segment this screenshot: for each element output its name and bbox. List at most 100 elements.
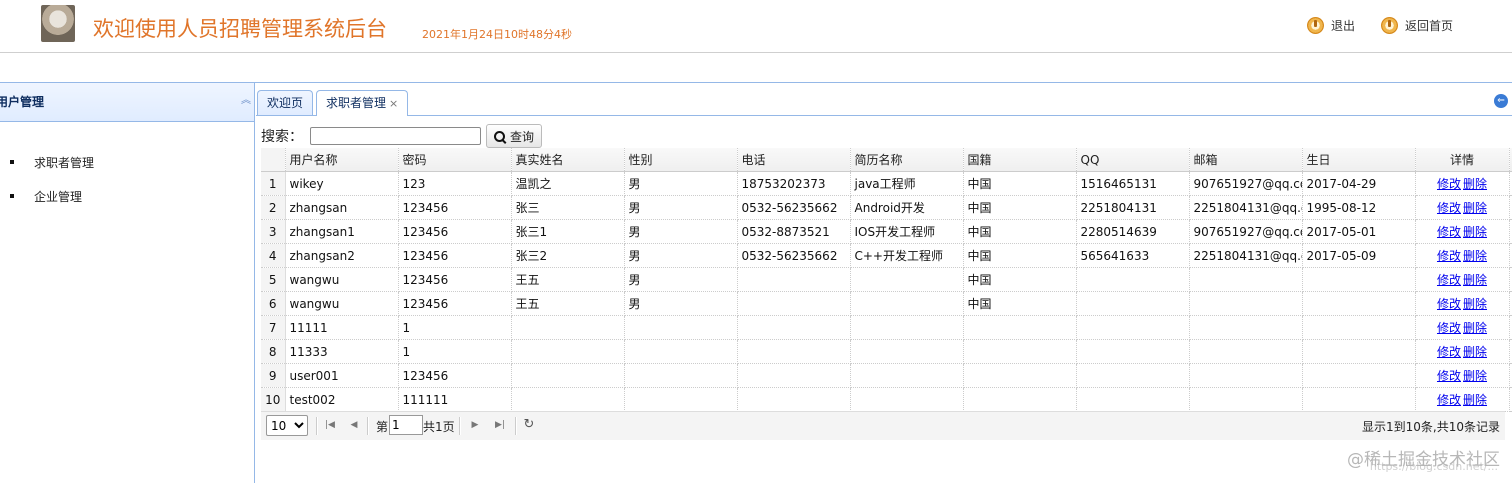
row-actions: 修改 删除 xyxy=(1415,363,1510,388)
row-number: 2 xyxy=(261,195,286,220)
table-cell xyxy=(850,387,964,412)
table-cell xyxy=(850,291,964,316)
column-header[interactable]: 真实姓名 xyxy=(511,148,625,172)
tab-welcome[interactable]: 欢迎页 xyxy=(257,90,314,115)
table-cell: user001 xyxy=(285,363,399,388)
tabs-bar: 欢迎页 求职者管理 × ⇐ xyxy=(256,88,1512,116)
close-icon[interactable]: × xyxy=(389,97,398,110)
delete-link[interactable]: 删除 xyxy=(1463,177,1487,191)
table-cell: wangwu xyxy=(285,267,399,292)
delete-link[interactable]: 删除 xyxy=(1463,201,1487,215)
edit-link[interactable]: 修改 xyxy=(1437,297,1461,311)
page-size-select[interactable]: 10 xyxy=(266,415,308,436)
row-number: 10 xyxy=(261,387,286,412)
table-cell xyxy=(850,315,964,340)
pager-separator xyxy=(459,417,461,435)
table-cell xyxy=(850,363,964,388)
search-input[interactable] xyxy=(310,127,481,145)
column-header[interactable]: 用户名称 xyxy=(285,148,399,172)
delete-link[interactable]: 删除 xyxy=(1463,249,1487,263)
table-row[interactable]: 4 zhangsan2 123456 张三2 男 0532-56235662 C++开发工程… xyxy=(261,243,1512,268)
edit-link[interactable]: 修改 xyxy=(1437,345,1461,359)
sidebar-item-enterprise[interactable]: 企业管理 xyxy=(10,179,94,213)
table-cell: zhangsan1 xyxy=(285,219,399,244)
table-row[interactable]: 10 test002 111111 修改 删除 xyxy=(261,387,1512,412)
edit-link[interactable]: 修改 xyxy=(1437,225,1461,239)
table-cell: 123456 xyxy=(398,291,512,316)
table-cell: wangwu xyxy=(285,291,399,316)
table-row[interactable]: 7 11111 1 修改 删除 xyxy=(261,315,1512,340)
page-number-input[interactable] xyxy=(389,415,423,435)
prev-page-icon[interactable]: ◀ xyxy=(347,418,361,432)
edit-link[interactable]: 修改 xyxy=(1437,369,1461,383)
delete-link[interactable]: 删除 xyxy=(1463,273,1487,287)
refresh-icon[interactable]: ↻ xyxy=(522,418,536,432)
table-header-row: 用户名称 密码 真实姓名 性别 电话 简历名称 国籍 QQ 邮箱 生日 详情 xyxy=(261,148,1512,172)
column-header[interactable]: 电话 xyxy=(737,148,851,172)
table-cell xyxy=(1302,363,1416,388)
search-toolbar: 搜索： 查询 xyxy=(261,124,543,148)
delete-link[interactable]: 删除 xyxy=(1463,345,1487,359)
search-button-label: 查询 xyxy=(510,129,535,144)
sidebar: 用户管理 ︽ 求职者管理 企业管理 xyxy=(0,82,255,483)
column-header[interactable]: 国籍 xyxy=(963,148,1077,172)
table-cell: 123456 xyxy=(398,219,512,244)
table-cell: 907651927@qq.com xyxy=(1189,171,1303,196)
delete-link[interactable]: 删除 xyxy=(1463,369,1487,383)
search-button[interactable]: 查询 xyxy=(486,124,543,148)
edit-link[interactable]: 修改 xyxy=(1437,393,1461,407)
row-number: 3 xyxy=(261,219,286,244)
delete-link[interactable]: 删除 xyxy=(1463,393,1487,407)
table-row[interactable]: 6 wangwu 123456 王五男 中国 修改 删除 xyxy=(261,291,1512,316)
table-cell: wikey xyxy=(285,171,399,196)
table-row[interactable]: 9 user001 123456 修改 删除 xyxy=(261,363,1512,388)
collapse-icon[interactable]: ︽ xyxy=(241,91,251,106)
table-cell: zhangsan2 xyxy=(285,243,399,268)
delete-link[interactable]: 删除 xyxy=(1463,225,1487,239)
pager-separator xyxy=(515,417,517,435)
table-cell xyxy=(1189,291,1303,316)
table-row[interactable]: 2 zhangsan 123456 张三男 0532-56235662 Android开发… xyxy=(261,195,1512,220)
back-home-button[interactable]: 返回首页 xyxy=(1381,17,1453,34)
column-header[interactable]: QQ xyxy=(1076,148,1190,172)
table-row[interactable]: 8 11333 1 修改 删除 xyxy=(261,339,1512,364)
tab-label: 求职者管理 xyxy=(326,96,387,110)
table-cell xyxy=(1189,267,1303,292)
edit-link[interactable]: 修改 xyxy=(1437,177,1461,191)
table-cell: test002 xyxy=(285,387,399,412)
column-header[interactable]: 密码 xyxy=(398,148,512,172)
admin-avatar xyxy=(41,5,75,42)
column-header[interactable]: 邮箱 xyxy=(1189,148,1303,172)
edit-link[interactable]: 修改 xyxy=(1437,273,1461,287)
search-label: 搜索： xyxy=(261,129,303,145)
logout-button[interactable]: 退出 xyxy=(1307,17,1355,34)
last-page-icon[interactable]: ▶| xyxy=(493,418,507,432)
edit-link[interactable]: 修改 xyxy=(1437,201,1461,215)
row-number: 5 xyxy=(261,267,286,292)
delete-link[interactable]: 删除 xyxy=(1463,297,1487,311)
app-title: 欢迎使用人员招聘管理系统后台 xyxy=(93,17,387,41)
column-header[interactable]: 性别 xyxy=(624,148,738,172)
table-cell: 中国 xyxy=(963,219,1077,244)
delete-link[interactable]: 删除 xyxy=(1463,321,1487,335)
sidebar-item-jobseeker[interactable]: 求职者管理 xyxy=(10,145,94,179)
table-cell xyxy=(1302,387,1416,412)
table-cell: IOS开发工程师 xyxy=(850,219,964,244)
edit-link[interactable]: 修改 xyxy=(1437,249,1461,263)
expand-icon[interactable]: ⇐ xyxy=(1494,94,1508,108)
table-cell: C++开发工程师 xyxy=(850,243,964,268)
first-page-icon[interactable]: |◀ xyxy=(323,418,337,432)
table-cell: 中国 xyxy=(963,291,1077,316)
table-cell xyxy=(511,315,625,340)
table-row[interactable]: 3 zhangsan1 123456 张三1 男 0532-8873521 IOS开发工程师… xyxy=(261,219,1512,244)
table-cell xyxy=(1076,339,1190,364)
edit-link[interactable]: 修改 xyxy=(1437,321,1461,335)
next-page-icon[interactable]: ▶ xyxy=(468,418,482,432)
column-header[interactable]: 简历名称 xyxy=(850,148,964,172)
table-row[interactable]: 5 wangwu 123456 王五男 中国 修改 删除 xyxy=(261,267,1512,292)
table-cell xyxy=(1189,387,1303,412)
tab-jobseeker[interactable]: 求职者管理 × xyxy=(316,90,409,116)
column-header[interactable]: 生日 xyxy=(1302,148,1416,172)
table-cell: 中国 xyxy=(963,267,1077,292)
table-row[interactable]: 1 wikey 123 温凯之男 18753202373 java工程师 中国 1516465… xyxy=(261,171,1512,196)
